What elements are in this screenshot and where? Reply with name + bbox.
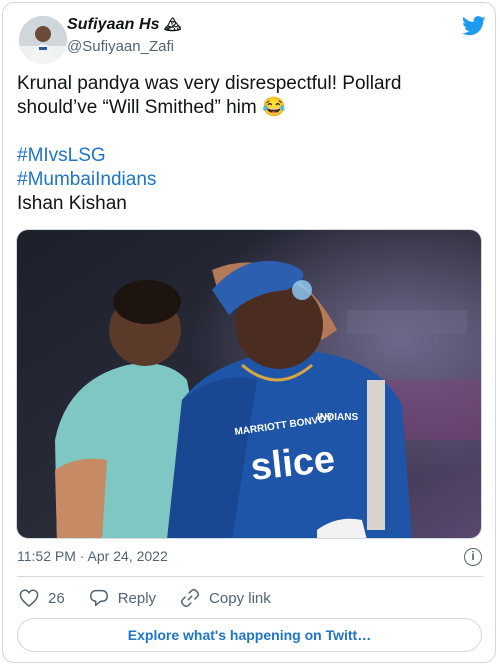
info-icon[interactable]: i [464,548,482,566]
explore-button[interactable]: Explore what's happening on Twitt… [17,618,482,652]
tweet-line: should’ve “Will Smithed” him 😂 [17,97,286,118]
reply-label: Reply [117,589,157,607]
tweet-timestamp[interactable]: 11:52 PM · Apr 24, 2022 [17,548,168,564]
reply-icon [89,589,108,607]
jersey-slice-text: slice [249,438,337,489]
link-icon [180,588,200,608]
copy-link-label: Copy link [209,589,271,607]
mountain-emoji: 🏔 [163,16,182,32]
tweet-photo[interactable]: MARRIOTT BONVOY INDIANS slice [16,229,482,539]
like-button[interactable]: 26 [19,589,65,607]
heart-icon [19,589,39,607]
like-count: 26 [48,589,65,607]
tweet-text: Krunal pandya was very disrespectful! Po… [17,72,477,216]
author-name[interactable]: Sufiyaan Hs 🏔 [67,16,182,34]
copy-link-button[interactable]: Copy link [180,588,271,608]
action-bar: 26 Reply Copy link [19,588,295,608]
jersey-team-text: INDIANS [317,412,358,423]
tweet-line: Ishan Kishan [17,193,127,214]
divider [17,576,483,577]
twitter-bird-icon[interactable] [462,16,486,36]
hashtag-mivslsg[interactable]: #MIvsLSG [17,144,477,168]
reply-button[interactable]: Reply [89,589,156,607]
hashtag-mumbaiindians[interactable]: #MumbaiIndians [17,168,477,192]
tweet-line: Krunal pandya was very disrespectful! Po… [17,73,402,94]
author-handle[interactable]: @Sufiyaan_Zafi [67,38,174,55]
avatar[interactable] [19,16,67,64]
